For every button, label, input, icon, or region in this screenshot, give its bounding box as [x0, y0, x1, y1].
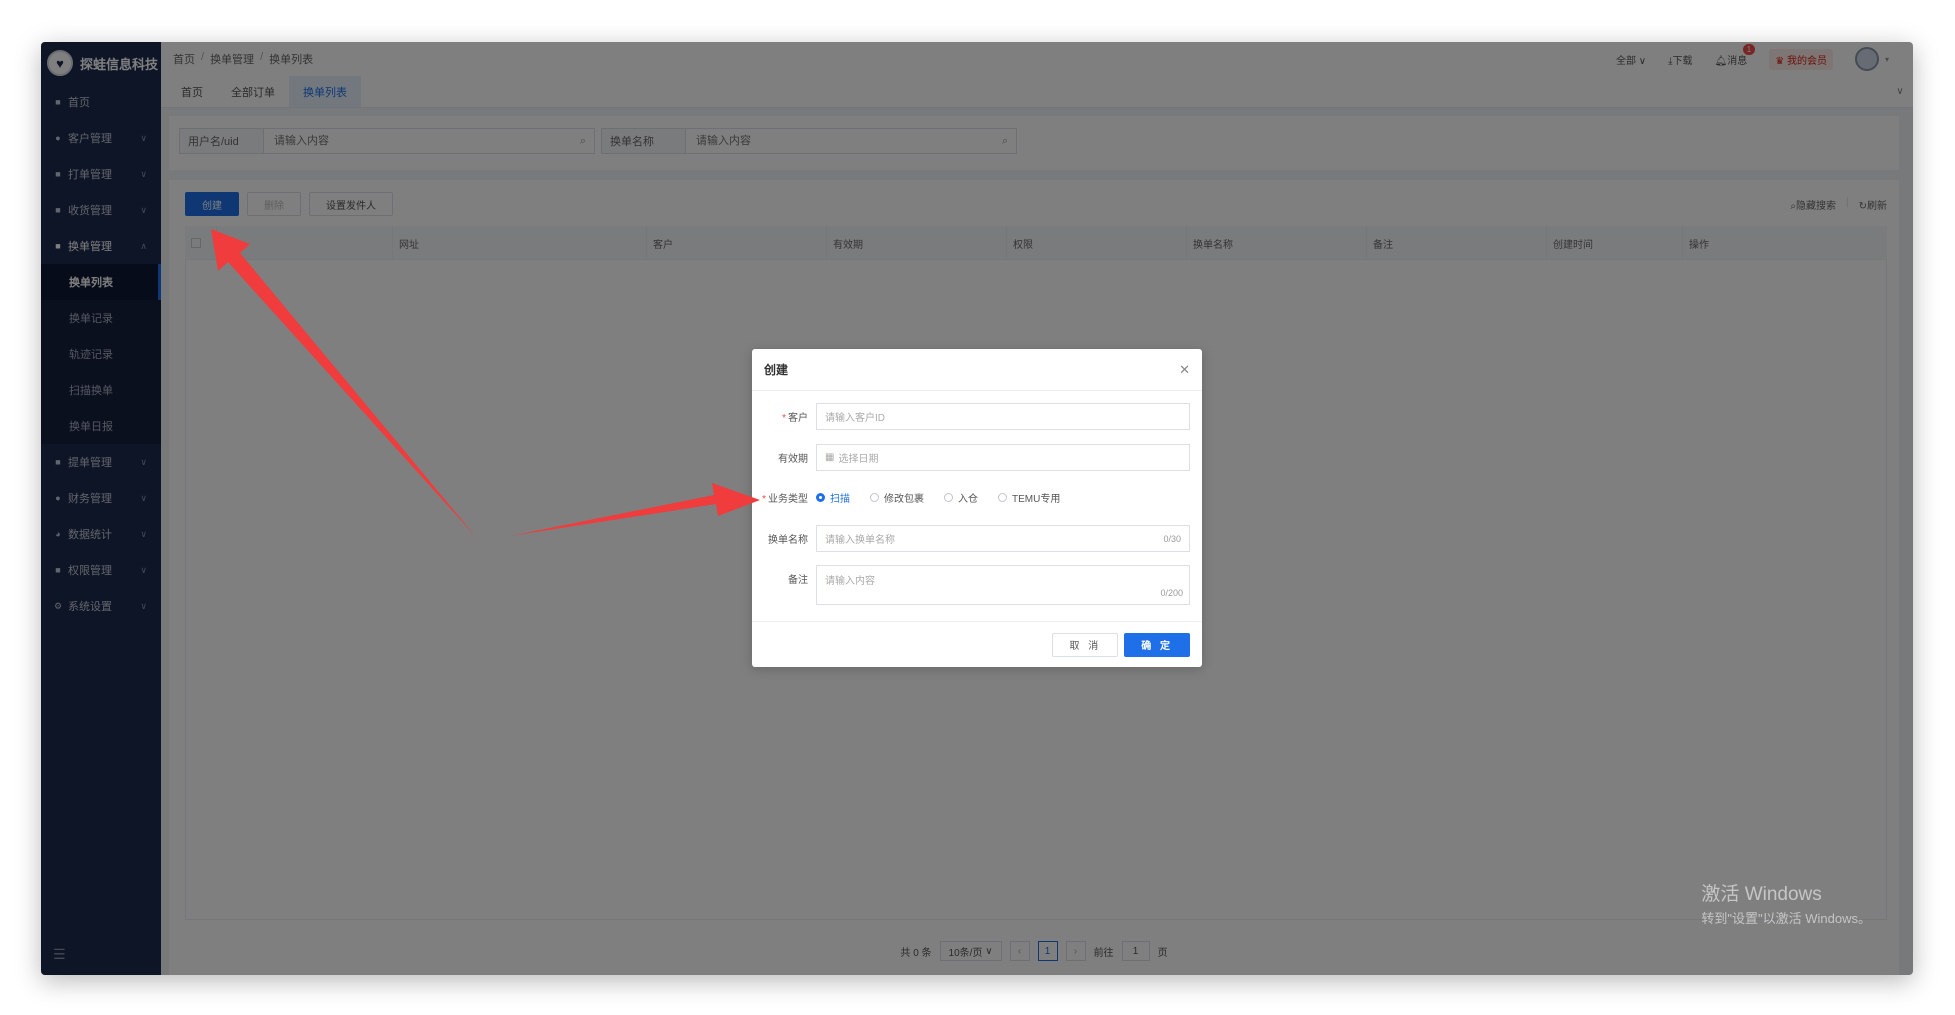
validity-row: 有效期 ▦ 选择日期 — [752, 444, 1190, 471]
calendar-icon: ▦ — [825, 452, 835, 463]
remark-row: 备注 请输入内容 0/200 — [752, 565, 1190, 605]
swap-name-input[interactable]: 请输入换单名称 0/30 — [816, 525, 1190, 552]
radio-label: 入仓 — [958, 493, 978, 505]
radio-dot — [944, 492, 953, 502]
dialog-title: 创建 — [764, 363, 789, 377]
radio-dot — [870, 492, 879, 502]
biz-type-label-text: 业务类型 — [768, 493, 808, 505]
create-dialog: 创建 ✕ * 客户 请输入客户ID 有效期 ▦ 选择日期 * 业务类型 扫描 修改包裹… — [752, 349, 1202, 667]
dialog-footer: 取 消 确 定 — [752, 621, 1202, 667]
customer-label-text: 客户 — [788, 413, 808, 424]
close-icon[interactable]: ✕ — [1179, 362, 1190, 378]
customer-placeholder: 请输入客户ID — [825, 413, 885, 424]
customer-id-input[interactable]: 请输入客户ID — [816, 403, 1190, 430]
required-mark: * — [782, 413, 786, 424]
radio-modify-package[interactable]: 修改包裹 — [870, 490, 924, 505]
biz-type-label: * 业务类型 — [752, 490, 816, 505]
radio-label: 修改包裹 — [884, 493, 924, 505]
biz-type-radio-group: 扫描 修改包裹 入仓 TEMU专用 — [816, 490, 1060, 505]
char-count: 0/30 — [1163, 533, 1181, 544]
swap-name-row: 换单名称 请输入换单名称 0/30 — [752, 525, 1190, 552]
confirm-button[interactable]: 确 定 — [1124, 632, 1190, 657]
radio-dot — [998, 492, 1007, 502]
char-count: 0/200 — [1160, 588, 1183, 598]
cancel-button[interactable]: 取 消 — [1052, 632, 1119, 657]
radio-temu[interactable]: TEMU专用 — [998, 490, 1060, 505]
remark-textarea[interactable]: 请输入内容 0/200 — [816, 565, 1190, 605]
date-picker-input[interactable]: ▦ 选择日期 — [816, 444, 1190, 471]
customer-label: * 客户 — [752, 409, 816, 424]
date-placeholder: 选择日期 — [838, 454, 879, 465]
watermark-subtitle: 转到"设置"以激活 Windows。 — [1701, 911, 1871, 926]
biz-type-row: * 业务类型 扫描 修改包裹 入仓 TEMU专用 — [752, 485, 1190, 509]
watermark-title: 激活 Windows — [1701, 884, 1822, 905]
customer-row: * 客户 请输入客户ID — [752, 403, 1190, 430]
radio-scan[interactable]: 扫描 — [816, 490, 850, 505]
remark-label: 备注 — [788, 575, 808, 586]
radio-dot — [816, 492, 825, 502]
windows-activation-watermark: 激活 Windows 转到"设置"以激活 Windows。 — [1701, 879, 1871, 927]
radio-label: TEMU专用 — [1012, 493, 1061, 505]
validity-label: 有效期 — [778, 454, 808, 465]
remark-placeholder: 请输入内容 — [825, 576, 875, 587]
radio-label: 扫描 — [830, 493, 850, 505]
required-mark: * — [762, 493, 766, 505]
swap-name-label: 换单名称 — [768, 535, 808, 546]
radio-warehouse-in[interactable]: 入仓 — [944, 490, 978, 505]
swap-name-placeholder: 请输入换单名称 — [825, 535, 895, 546]
dialog-header: 创建 ✕ — [752, 349, 1202, 391]
